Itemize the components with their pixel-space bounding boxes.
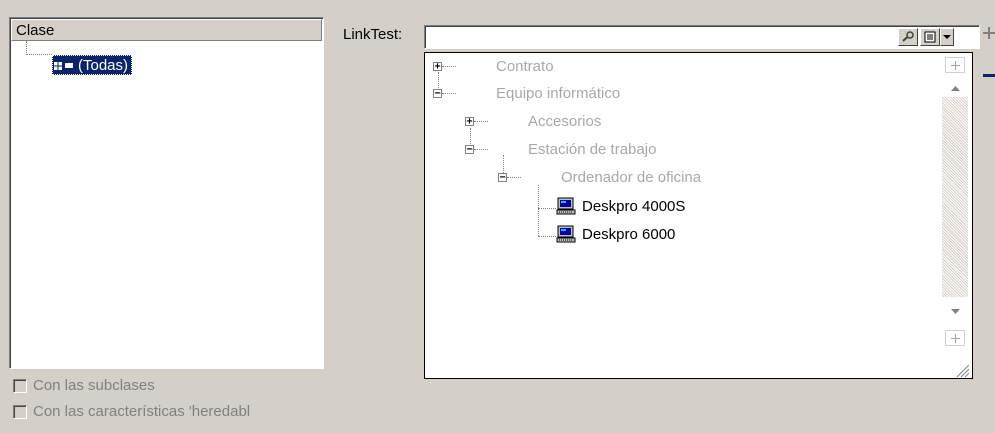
search-button[interactable] <box>898 28 918 46</box>
tree-expand-button-bottom[interactable] <box>945 330 965 346</box>
tree-connector-line <box>507 177 521 178</box>
tree-node-label: Equipo informático <box>496 85 621 102</box>
linktest-label: LinkTest: <box>343 26 403 43</box>
class-item-todas[interactable]: (Todas) <box>52 55 133 75</box>
remove-button[interactable] <box>983 58 995 84</box>
plus-icon <box>950 333 960 343</box>
tree-expand-button[interactable] <box>945 57 965 73</box>
subclases-checkbox[interactable] <box>13 378 27 393</box>
list-button[interactable] <box>920 28 940 46</box>
tree-node-label: Ordenador de oficina <box>561 169 702 186</box>
plus-icon <box>950 60 960 70</box>
chevron-down-icon <box>943 34 951 39</box>
computer-icon <box>556 197 576 215</box>
tree-connector-line <box>26 41 52 55</box>
tree-connector-line <box>538 208 556 209</box>
chevron-down-icon <box>950 308 960 314</box>
linktest-input[interactable] <box>424 25 980 49</box>
tree-node-accesorios[interactable]: + Accesorios <box>465 113 601 130</box>
resize-grip-icon[interactable] <box>952 360 970 378</box>
scroll-up-button[interactable] <box>945 80 965 96</box>
checkbox-row-subclases[interactable]: Con las subclases <box>13 377 155 394</box>
list-icon <box>924 31 936 43</box>
scroll-down-button[interactable] <box>945 303 965 319</box>
tree-node-equipo-informatico[interactable]: − Equipo informático <box>433 85 620 102</box>
tree-node-estacion-de-trabajo[interactable]: − Estación de trabajo <box>465 141 656 158</box>
collapse-minus-icon[interactable]: − <box>498 173 507 183</box>
expand-plus-icon[interactable]: + <box>465 117 474 127</box>
add-button[interactable] <box>983 26 995 44</box>
minus-icon <box>983 74 995 77</box>
tree-connector-line <box>474 121 488 122</box>
collapse-minus-icon[interactable]: − <box>465 145 474 155</box>
scroll-track[interactable] <box>942 97 968 297</box>
tree-connector-line <box>442 66 456 67</box>
tree-node-deskpro-6000[interactable]: Deskpro 6000 <box>556 225 675 243</box>
plus-icon <box>983 27 995 39</box>
expand-plus-icon[interactable]: + <box>433 62 442 72</box>
dropdown-button[interactable] <box>940 28 954 46</box>
tree-connector-line <box>538 236 556 237</box>
chevron-up-icon <box>950 85 960 91</box>
tree-connector-line <box>442 93 456 94</box>
collapse-minus-icon[interactable]: − <box>433 89 442 99</box>
tree-node-label: Contrato <box>496 58 554 75</box>
class-item-label: (Todas) <box>78 57 129 74</box>
tree-connector-line <box>474 149 488 150</box>
tree-node-label: Deskpro 4000S <box>582 197 686 215</box>
computer-icon <box>556 225 576 243</box>
tree-node-deskpro-4000s[interactable]: Deskpro 4000S <box>556 197 685 215</box>
subclases-label: Con las subclases <box>33 377 155 394</box>
tree-node-ordenador-de-oficina[interactable]: − Ordenador de oficina <box>498 169 701 186</box>
tree-node-label: Accesorios <box>528 113 602 130</box>
clase-column-header[interactable]: Clase <box>11 19 322 41</box>
class-group-icon <box>54 61 74 71</box>
tree-connector-line <box>538 185 539 236</box>
tree-node-contrato[interactable]: + Contrato <box>433 58 554 75</box>
search-icon <box>902 31 914 42</box>
heredables-checkbox[interactable] <box>13 404 27 419</box>
tree-node-label: Deskpro 6000 <box>582 225 676 243</box>
heredables-label: Con las características 'heredabl <box>33 403 251 420</box>
tree-node-label: Estación de trabajo <box>528 141 657 158</box>
checkbox-row-heredables[interactable]: Con las características 'heredabl <box>13 403 324 420</box>
